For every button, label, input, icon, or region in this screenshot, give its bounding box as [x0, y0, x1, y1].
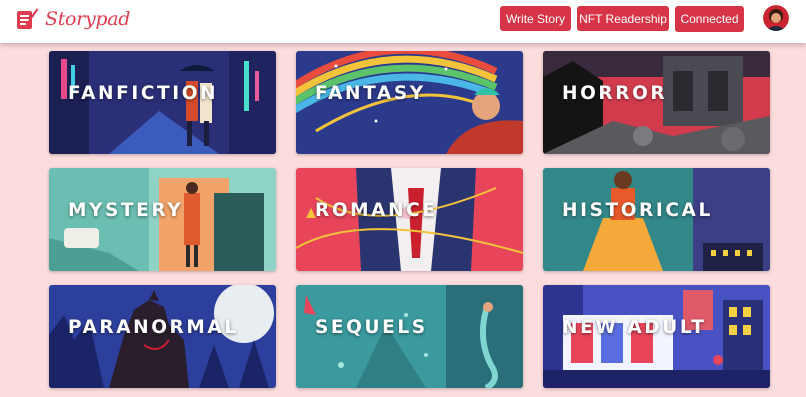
genre-label: FANTASY [315, 83, 426, 104]
genre-card-fantasy[interactable]: FANTASY [296, 51, 523, 154]
user-avatar-icon[interactable] [763, 5, 789, 31]
genre-label: SEQUELS [315, 317, 428, 338]
genre-card-sequels[interactable]: SEQUELS [296, 285, 523, 388]
genre-card-romance[interactable]: ROMANCE [296, 168, 523, 271]
write-story-button[interactable]: Write Story [500, 6, 571, 31]
brand-name: Storypad [45, 8, 131, 30]
brand-logo[interactable]: Storypad [15, 7, 130, 31]
genre-label: ROMANCE [315, 200, 438, 221]
genre-label: HISTORICAL [562, 200, 713, 221]
genre-card-fanfiction[interactable]: FANFICTION [49, 51, 276, 154]
genre-label: MYSTERY [68, 200, 184, 221]
book-quill-icon [17, 8, 38, 29]
genre-card-horror[interactable]: HORROR [543, 51, 770, 154]
genre-card-new-adult[interactable]: NEW ADULT [543, 285, 770, 388]
genre-label: FANFICTION [68, 83, 219, 104]
genre-card-mystery[interactable]: MYSTERY [49, 168, 276, 271]
top-navbar: Storypad Write Story NFT Readership Conn… [0, 0, 806, 43]
genre-card-historical[interactable]: HISTORICAL [543, 168, 770, 271]
connected-wallet-button[interactable]: Connected [675, 6, 744, 32]
genre-card-paranormal[interactable]: PARANORMAL [49, 285, 276, 388]
genre-label: HORROR [562, 83, 668, 104]
nft-readership-button[interactable]: NFT Readership [577, 6, 669, 31]
genre-label: PARANORMAL [68, 317, 239, 338]
genre-label: NEW ADULT [562, 317, 707, 338]
